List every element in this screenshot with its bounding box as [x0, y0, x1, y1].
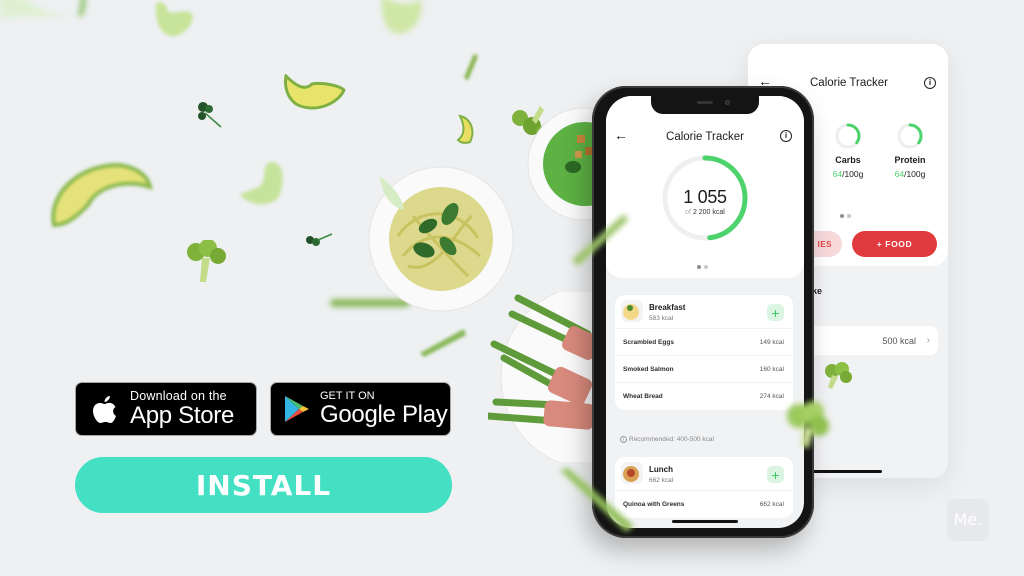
apple-logo-icon: [93, 396, 116, 423]
add-breakfast-item-button[interactable]: +: [767, 304, 784, 321]
carbs-progress-ring: [835, 123, 861, 149]
meal-card-lunch: Lunch 662 kcal + Quinoa with Greens 662 k…: [615, 457, 793, 518]
meal-card-breakfast: Breakfast 583 kcal + Scrambled Eggs 149 k…: [615, 295, 793, 410]
watermark-logo: Me.: [947, 499, 989, 541]
protein-progress-ring: [897, 123, 923, 149]
info-icon[interactable]: i: [924, 77, 936, 89]
avocado-slice-decoration: [456, 114, 474, 144]
calories-consumed: 1 055: [683, 187, 727, 207]
macro-value: 64/100g: [832, 169, 864, 179]
app-store-big-text: App Store: [130, 401, 235, 429]
avocado-slice-decoration: [51, 162, 153, 228]
screen-title: Calorie Tracker: [666, 131, 744, 143]
page-indicator: [697, 256, 711, 274]
page-indicator: [840, 205, 854, 223]
pesto-pasta-plate-image: [368, 166, 514, 312]
phone-camera: [725, 100, 730, 105]
meal-kcal: 662 kcal: [649, 477, 674, 484]
recommended-note: i Recommended: 400-500 kcal: [620, 436, 714, 443]
food-item[interactable]: Smoked Salmon 160 kcal: [615, 356, 793, 383]
parsley-decoration: [198, 102, 222, 128]
calorie-summary-card: ← Calorie Tracker i 1 055 of 2 200 kcal: [606, 96, 804, 278]
install-button[interactable]: INSTALL: [75, 457, 452, 513]
macro-name: Carbs: [835, 155, 861, 165]
info-icon: i: [620, 436, 627, 443]
intake-value: 500 kcal: [882, 336, 916, 346]
celery-piece-decoration: [381, 0, 422, 34]
chevron-right-icon: ›: [926, 335, 930, 346]
main-phone-screen: ← Calorie Tracker i 1 055 of 2 200 kcal …: [606, 96, 804, 528]
macro-name: Protein: [894, 155, 926, 165]
meal-name: Lunch: [649, 465, 673, 474]
broccoli-decoration: [787, 401, 829, 448]
parsley-decoration: [306, 233, 333, 246]
macro-protein: Protein 64/100g: [880, 122, 940, 179]
phone-speaker: [697, 101, 713, 104]
broccoli-decoration: [825, 362, 852, 389]
food-item[interactable]: Quinoa with Greens 662 kcal: [615, 491, 793, 518]
home-indicator: [810, 470, 882, 473]
info-icon[interactable]: i: [780, 130, 792, 142]
meal-header: Breakfast 583 kcal +: [615, 295, 793, 329]
breakfast-thumbnail-image: [621, 300, 643, 322]
add-food-button[interactable]: + FOOD: [852, 231, 937, 257]
google-play-badge[interactable]: GET IT ON Google Play: [270, 382, 451, 436]
meal-name: Breakfast: [649, 303, 686, 312]
macro-carbs: Carbs 64/100g: [818, 122, 878, 179]
cucumber-slice-decoration: [0, 0, 86, 18]
add-lunch-item-button[interactable]: +: [767, 466, 784, 483]
food-item[interactable]: Scrambled Eggs 149 kcal: [615, 329, 793, 356]
asparagus-piece-decoration: [572, 214, 628, 266]
celery-piece-decoration: [240, 162, 283, 205]
meal-header: Lunch 662 kcal +: [615, 457, 793, 491]
celery-piece-decoration: [155, 2, 193, 37]
avocado-slice-decoration: [284, 74, 346, 110]
macro-value: 64/100g: [894, 169, 926, 179]
calories-goal: of 2 200 kcal: [685, 209, 725, 216]
broccoli-decoration: [187, 240, 226, 282]
asparagus-piece-decoration: [464, 54, 478, 80]
app-store-badge[interactable]: Download on the App Store: [75, 382, 257, 436]
food-item[interactable]: Wheat Bread 274 kcal: [615, 383, 793, 410]
google-play-big-text: Google Play: [320, 400, 448, 428]
asparagus-piece-decoration: [420, 329, 466, 357]
meal-kcal: 583 kcal: [649, 315, 674, 322]
app-store-small-text: Download on the: [130, 389, 227, 404]
asparagus-bacon-plate-image: [488, 292, 598, 462]
asparagus-piece-decoration: [560, 468, 634, 532]
google-play-logo-icon: [285, 396, 309, 422]
phone-notch: [651, 96, 759, 114]
home-indicator: [672, 520, 738, 523]
secondary-screen-title: Calorie Tracker: [810, 77, 888, 89]
